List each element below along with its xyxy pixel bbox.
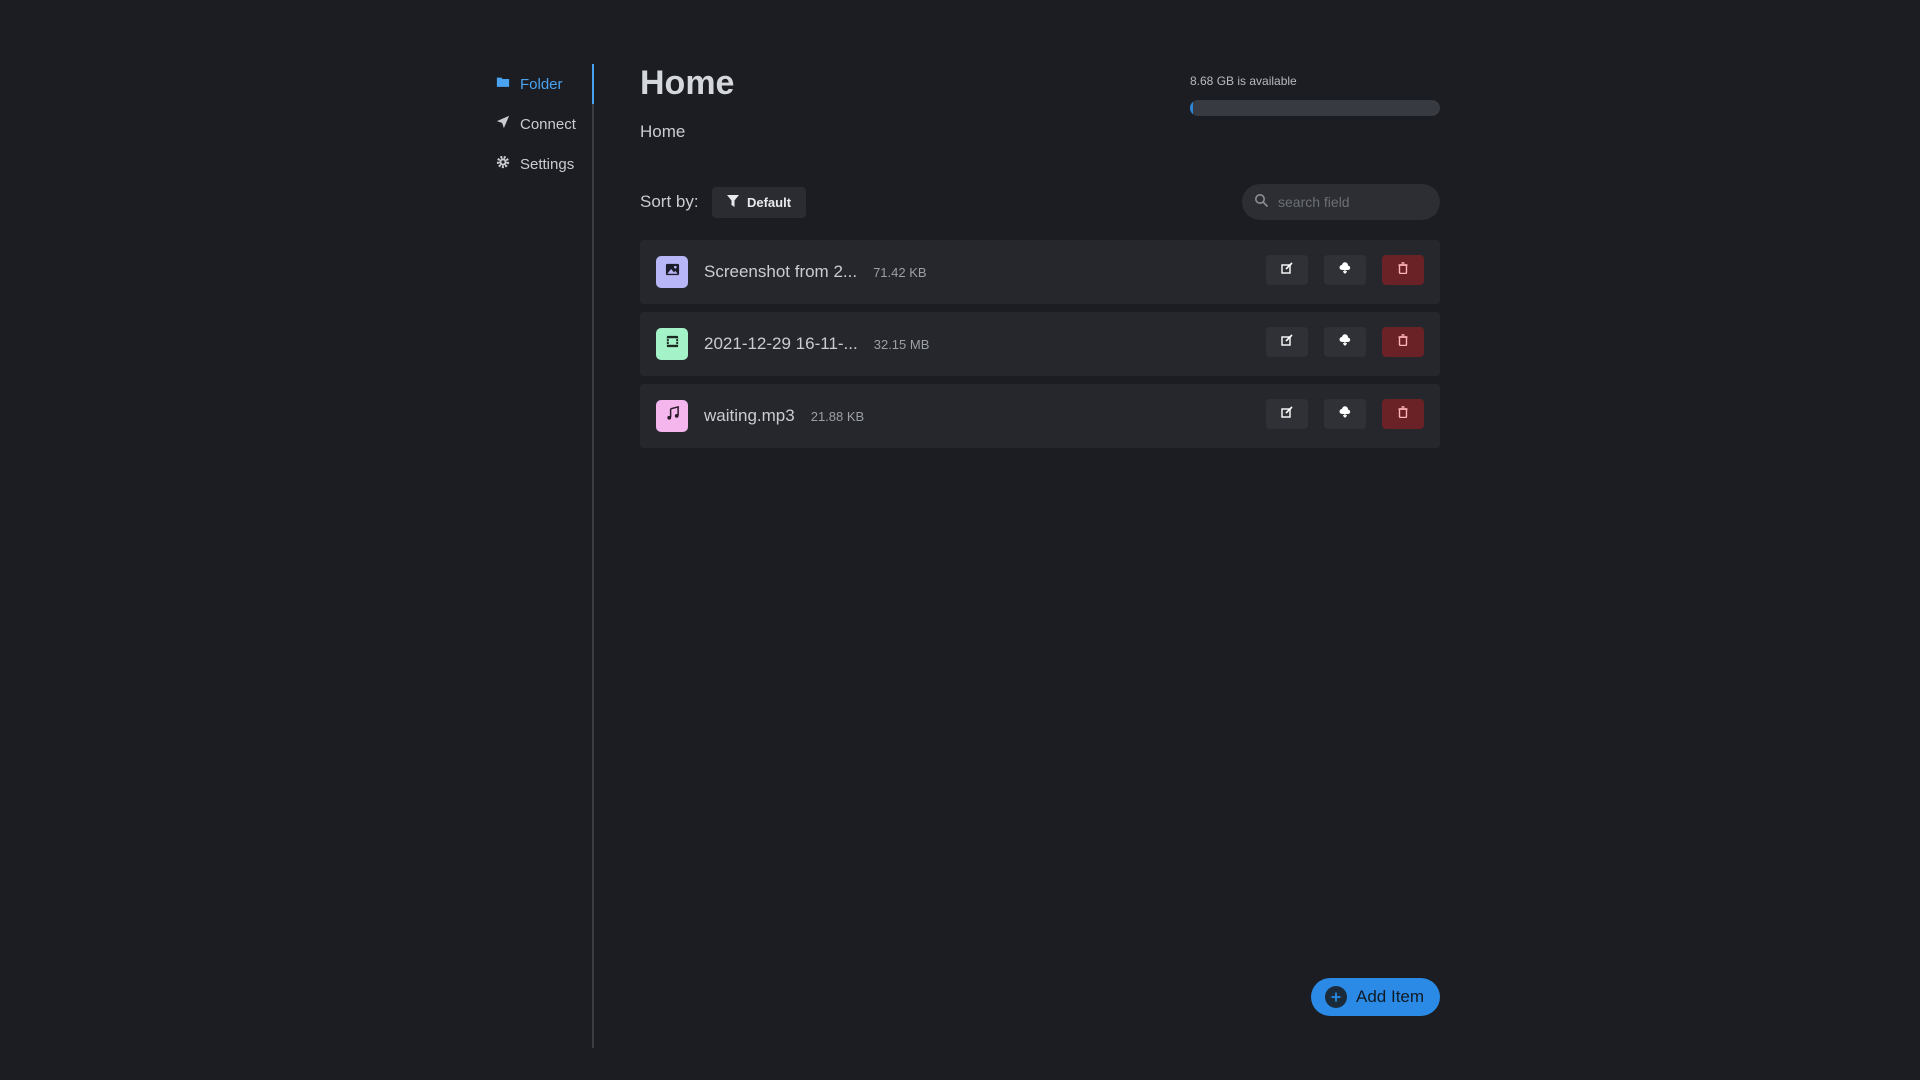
delete-button[interactable] <box>1382 255 1424 285</box>
film-icon <box>665 334 680 354</box>
trash-icon <box>1397 333 1409 351</box>
cloud-download-icon <box>1339 405 1351 423</box>
file-name: 2021-12-29 16-11-... <box>704 334 858 353</box>
file-name: Screenshot from 2... <box>704 262 858 281</box>
app-root: Folder Connect Settings Home Home 8.68 G… <box>0 0 1920 1080</box>
cloud-download-icon <box>1339 261 1351 279</box>
file-row[interactable]: 2021-12-29 16-11-... 32.15 MB <box>640 312 1440 376</box>
image-icon <box>665 262 680 282</box>
add-item-label: Add Item <box>1356 987 1425 1006</box>
delete-button[interactable] <box>1382 399 1424 429</box>
file-type-badge <box>656 328 688 360</box>
search-icon <box>1254 193 1268 212</box>
sidebar-item-label: Folder <box>520 75 563 93</box>
plus-circle-icon <box>1325 986 1347 1008</box>
sort-label: Sort by: <box>640 192 699 211</box>
gear-icon <box>496 155 510 173</box>
send-icon <box>496 115 510 133</box>
edit-icon <box>1281 261 1293 279</box>
download-button[interactable] <box>1324 327 1366 357</box>
edit-button[interactable] <box>1266 327 1308 357</box>
breadcrumb[interactable]: Home <box>640 122 685 142</box>
music-icon <box>665 405 680 426</box>
sidebar: Folder Connect Settings <box>490 64 594 1048</box>
sidebar-item-label: Settings <box>520 155 575 173</box>
file-name: waiting.mp3 <box>704 406 795 425</box>
file-type-badge <box>656 400 688 432</box>
file-size: 21.88 KB <box>810 408 865 424</box>
sidebar-item-label: Connect <box>520 115 576 133</box>
sort-dropdown-button[interactable]: Default <box>712 187 806 218</box>
file-type-badge <box>656 256 688 288</box>
edit-button[interactable] <box>1266 399 1308 429</box>
file-actions <box>1266 327 1424 357</box>
cloud-download-icon <box>1339 333 1351 351</box>
edit-button[interactable] <box>1266 255 1308 285</box>
add-item-button[interactable]: Add Item <box>1311 978 1440 1016</box>
sidebar-active-indicator <box>592 64 594 104</box>
file-size: 71.42 KB <box>873 264 927 280</box>
filter-icon <box>726 195 739 210</box>
edit-icon <box>1281 333 1293 351</box>
trash-icon <box>1397 405 1409 423</box>
delete-button[interactable] <box>1382 327 1424 357</box>
download-button[interactable] <box>1324 399 1366 429</box>
sort-value: Default <box>746 195 792 210</box>
sidebar-item-connect[interactable]: Connect <box>496 114 576 134</box>
file-actions <box>1266 399 1424 429</box>
trash-icon <box>1397 261 1409 279</box>
search-box <box>1242 184 1440 220</box>
storage-progress-bar <box>1190 100 1440 116</box>
folder-icon <box>496 75 510 93</box>
page-title: Home <box>640 64 735 102</box>
sidebar-item-settings[interactable]: Settings <box>496 154 574 174</box>
file-row[interactable]: Screenshot from 2... 71.42 KB <box>640 240 1440 304</box>
storage-progress-fill <box>1190 100 1193 116</box>
search-input[interactable] <box>1278 194 1428 210</box>
download-button[interactable] <box>1324 255 1366 285</box>
file-row[interactable]: waiting.mp3 21.88 KB <box>640 384 1440 448</box>
file-size: 32.15 MB <box>873 336 930 352</box>
file-actions <box>1266 255 1424 285</box>
sidebar-item-folder[interactable]: Folder <box>496 74 563 94</box>
edit-icon <box>1281 405 1293 423</box>
storage-available-text: 8.68 GB is available <box>1190 74 1297 88</box>
